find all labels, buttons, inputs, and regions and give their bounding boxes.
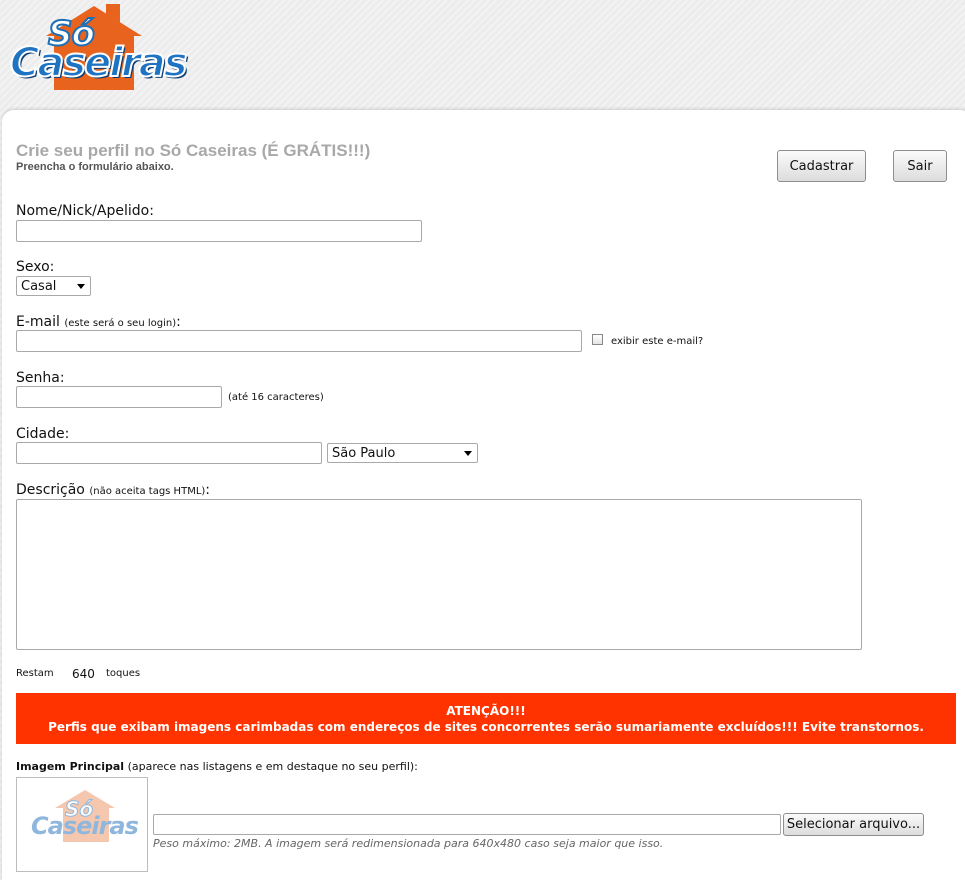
exit-button[interactable]: Sair <box>893 150 947 182</box>
main-image-label: Imagem Principal (aparece nas listagens … <box>16 760 418 773</box>
state-selected-value: São Paulo <box>332 445 396 461</box>
register-button[interactable]: Cadastrar <box>777 150 866 182</box>
name-input[interactable] <box>16 220 422 242</box>
page-title: Crie seu perfil no Só Caseiras (É GRÁTIS… <box>16 141 371 160</box>
state-select[interactable]: São Paulo <box>327 443 478 463</box>
chevron-down-icon <box>77 284 85 289</box>
description-label-suffix: : <box>205 482 211 498</box>
email-label-text: E-mail <box>16 314 60 330</box>
gender-select[interactable]: Casal <box>16 276 91 296</box>
description-textarea[interactable] <box>16 499 862 650</box>
upload-note: Peso máximo: 2MB. A imagem será redimens… <box>153 837 664 850</box>
file-path-input[interactable] <box>153 814 781 835</box>
logo-house-chimney <box>106 4 120 22</box>
char-counter-prefix: Restam <box>16 668 54 679</box>
main-image-label-bold: Imagem Principal <box>16 760 125 773</box>
page-subtitle: Preencha o formulário abaixo. <box>16 161 174 173</box>
email-label-hint: (este será o seu login) <box>64 318 177 329</box>
select-file-button[interactable]: Selecionar arquivo... <box>783 813 924 836</box>
password-input[interactable] <box>16 386 222 408</box>
gender-selected-value: Casal <box>21 278 57 294</box>
warning-text: Perfis que exibam imagens carimbadas com… <box>48 720 924 734</box>
placeholder-logo-bottom: Caseiras <box>31 812 139 840</box>
email-label: E-mail (este será o seu login): <box>16 314 181 330</box>
main-image-label-rest: (aparece nas listagens e em destaque no … <box>127 760 418 773</box>
email-input[interactable] <box>16 330 582 352</box>
main-image-thumbnail: Só Caseiras <box>16 777 148 872</box>
description-label: Descrição (não aceita tags HTML): <box>16 482 210 498</box>
chevron-down-icon <box>464 451 472 456</box>
show-email-label: exibir este e-mail? <box>611 336 704 347</box>
name-label: Nome/Nick/Apelido: <box>16 203 154 219</box>
char-counter-suffix: toques <box>106 668 141 679</box>
logo-text-bottom: Caseiras <box>9 39 189 87</box>
gender-label: Sexo: <box>16 259 55 275</box>
city-label: Cidade: <box>16 426 70 442</box>
warning-title: ATENÇÃO!!! <box>446 704 526 718</box>
email-label-suffix: : <box>176 314 181 330</box>
warning-banner: ATENÇÃO!!! Perfis que exibam imagens car… <box>16 693 956 744</box>
description-label-text: Descrição <box>16 482 85 498</box>
description-label-hint: (não aceita tags HTML) <box>89 486 206 497</box>
password-label: Senha: <box>16 370 65 386</box>
site-logo[interactable]: Só Caseiras <box>6 0 196 92</box>
city-input[interactable] <box>16 442 322 464</box>
show-email-checkbox[interactable] <box>592 334 603 345</box>
password-hint: (até 16 caracteres) <box>228 392 324 403</box>
char-counter-value: 640 <box>72 667 95 681</box>
